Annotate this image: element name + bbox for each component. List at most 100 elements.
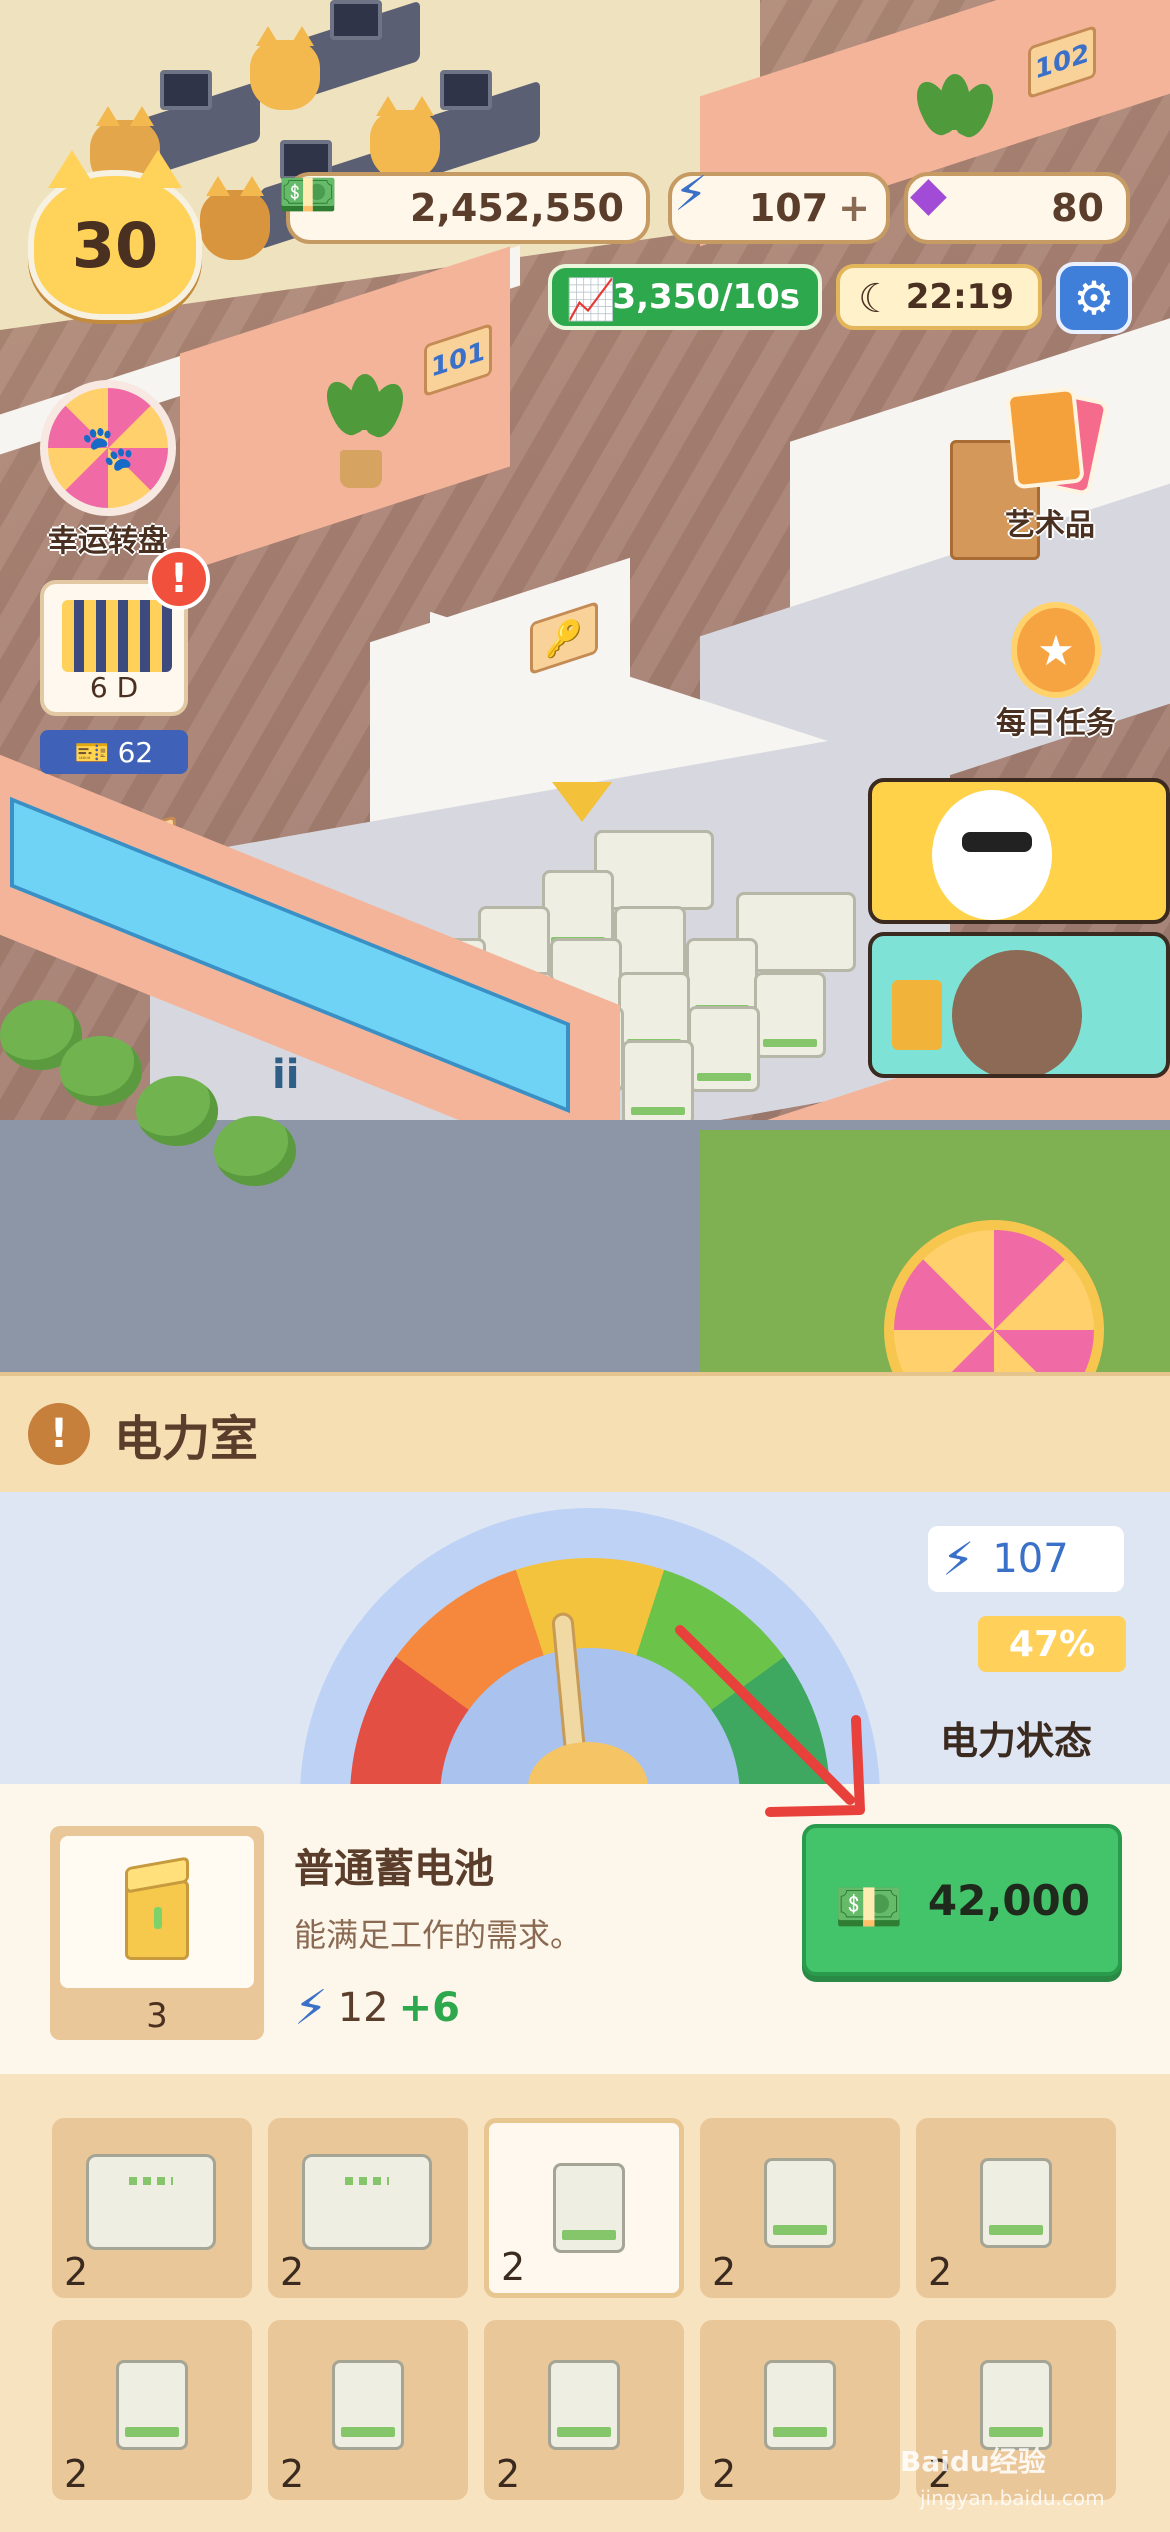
cash-value: 2,452,550	[410, 186, 624, 230]
game-clock: ☾ 22:19	[836, 264, 1042, 330]
ticket-icon: 🎫	[74, 735, 110, 769]
grid-item-battery[interactable]: 2	[484, 2118, 684, 2298]
clock-value: 22:19	[905, 277, 1014, 317]
battery-unit[interactable]	[754, 972, 826, 1058]
income-rate[interactable]: 📈 3,350/10s	[548, 264, 822, 330]
grid-item-count: 2	[64, 2452, 89, 2496]
energy-counter[interactable]: ⚡ 107 +	[668, 166, 890, 244]
power-gauge-area: ⚡ 107 47% 电力状态	[0, 1492, 1170, 1784]
item-thumbnail: 3	[50, 1826, 264, 2040]
settings-button[interactable]: ⚙	[1056, 262, 1132, 334]
buy-button[interactable]: 💵 42,000	[802, 1824, 1122, 1976]
daily-tasks-label: 每日任务	[996, 706, 1116, 741]
bush	[214, 1116, 296, 1186]
star-medal-icon: ★	[1011, 602, 1101, 698]
manager-cat-banner[interactable]	[868, 932, 1170, 1078]
lightning-icon: ⚡	[942, 1532, 975, 1586]
grid-item-count: 2	[280, 2250, 305, 2294]
grid-item-count: 2	[712, 2452, 737, 2496]
battery-icon	[548, 2360, 620, 2450]
grid-item-battery[interactable]: 2	[700, 2320, 900, 2500]
battery-unit[interactable]	[622, 1040, 694, 1126]
battery-icon	[553, 2163, 625, 2253]
building-icon	[62, 600, 172, 672]
grid-item-count: 2	[928, 2250, 953, 2294]
ticket-counter: 🎫 62	[40, 730, 188, 774]
battery-icon	[980, 2360, 1052, 2450]
battery-unit[interactable]	[688, 1006, 760, 1092]
grid-item-battery[interactable]: 2	[484, 2320, 684, 2500]
grid-item-generator[interactable]: 2	[52, 2118, 252, 2298]
energy-value: 107	[748, 186, 829, 230]
bush	[136, 1076, 218, 1146]
lightning-icon: ⚡	[294, 1980, 328, 2036]
grid-item-count: 2	[64, 2250, 89, 2294]
cash-icon: 💵	[278, 167, 338, 223]
gem-icon: ◆	[910, 166, 947, 222]
item-description: 能满足工作的需求。	[294, 1916, 583, 1954]
watermark-url: jingyan.baidu.com	[920, 2486, 1105, 2510]
energy-add-button[interactable]: +	[838, 186, 870, 230]
grid-item-generator[interactable]: 2	[268, 2118, 468, 2298]
window-mark: ii	[272, 1052, 300, 1098]
power-capacity: ⚡ 107	[928, 1526, 1124, 1592]
arrow-down-icon	[552, 782, 612, 822]
watermark-brand: Baidu经验	[900, 2445, 1046, 2478]
generator-icon	[86, 2154, 216, 2250]
grid-item-count: 2	[280, 2452, 305, 2496]
battery-icon	[980, 2158, 1052, 2248]
panel-title: 电力室	[114, 1411, 259, 1467]
artwork-cards-icon	[1000, 386, 1110, 500]
gem-value: 80	[1051, 186, 1104, 230]
lucky-wheel-button[interactable]: 🐾 幸运转盘	[40, 380, 176, 560]
grid-item-battery[interactable]: 2	[916, 2118, 1116, 2298]
ticket-value: 62	[117, 735, 154, 769]
growth-chart-icon: 📈	[566, 277, 616, 323]
office-scene[interactable]: 102 101 🔑 ⚡ ii	[0, 0, 1170, 1372]
gem-counter[interactable]: ◆ 80	[904, 166, 1130, 244]
sunglasses-icon	[962, 832, 1032, 852]
cool-cat-image	[932, 790, 1052, 920]
bush	[60, 1036, 142, 1106]
cash-counter: 💵 2,452,550	[278, 167, 650, 244]
artwork-button[interactable]: 艺术品	[1000, 386, 1110, 544]
buy-price: 42,000	[927, 1875, 1090, 1925]
grid-item-battery[interactable]: 2	[700, 2118, 900, 2298]
battery-icon	[764, 2360, 836, 2450]
grid-item-count: 2	[496, 2452, 521, 2496]
moon-icon: ☾	[858, 276, 894, 322]
building-days-left: 6 D	[89, 671, 139, 704]
grid-item-count: 2	[712, 2250, 737, 2294]
computer-monitor	[440, 70, 492, 110]
power-value: 107	[992, 1536, 1069, 1582]
worker-cat[interactable]	[250, 26, 320, 110]
worker-cat[interactable]	[200, 176, 270, 260]
battery-icon	[764, 2158, 836, 2248]
worker-cat[interactable]	[370, 96, 440, 180]
item-power-stat: ⚡ 12 +6	[294, 1980, 460, 2036]
lucky-wheel-icon: 🐾	[40, 380, 176, 516]
daily-tasks-button[interactable]: ★ 每日任务	[996, 602, 1116, 742]
level-value: 30	[71, 208, 159, 282]
item-name: 普通蓄电池	[294, 1846, 494, 1892]
item-owned-count: 3	[146, 1996, 168, 2036]
cash-icon: 💵	[834, 1875, 904, 1940]
level-badge[interactable]: 30	[28, 150, 202, 320]
battery-icon	[332, 2360, 404, 2450]
grid-item-battery[interactable]: 2	[52, 2320, 252, 2500]
grid-item-battery[interactable]: 2	[268, 2320, 468, 2500]
lightning-icon: ⚡	[674, 166, 708, 222]
alert-badge: !	[148, 548, 210, 610]
battery-icon	[116, 2360, 188, 2450]
gear-icon: ⚙	[1073, 271, 1115, 325]
red-arrow-annotation	[675, 1625, 865, 1817]
warning-icon: !	[28, 1403, 90, 1465]
selected-item-detail: 3 普通蓄电池 能满足工作的需求。 ⚡ 12 +6 💵 42,000	[0, 1784, 1170, 2074]
book-icon	[892, 980, 942, 1050]
income-rate-value: 3,350/10s	[612, 277, 800, 317]
manager-cat-image	[952, 950, 1082, 1074]
grid-item-count: 2	[501, 2245, 526, 2289]
rich-cat-offer-banner[interactable]	[868, 778, 1170, 924]
lucky-wheel-label: 幸运转盘	[48, 524, 168, 559]
power-percent-badge: 47%	[978, 1616, 1126, 1672]
